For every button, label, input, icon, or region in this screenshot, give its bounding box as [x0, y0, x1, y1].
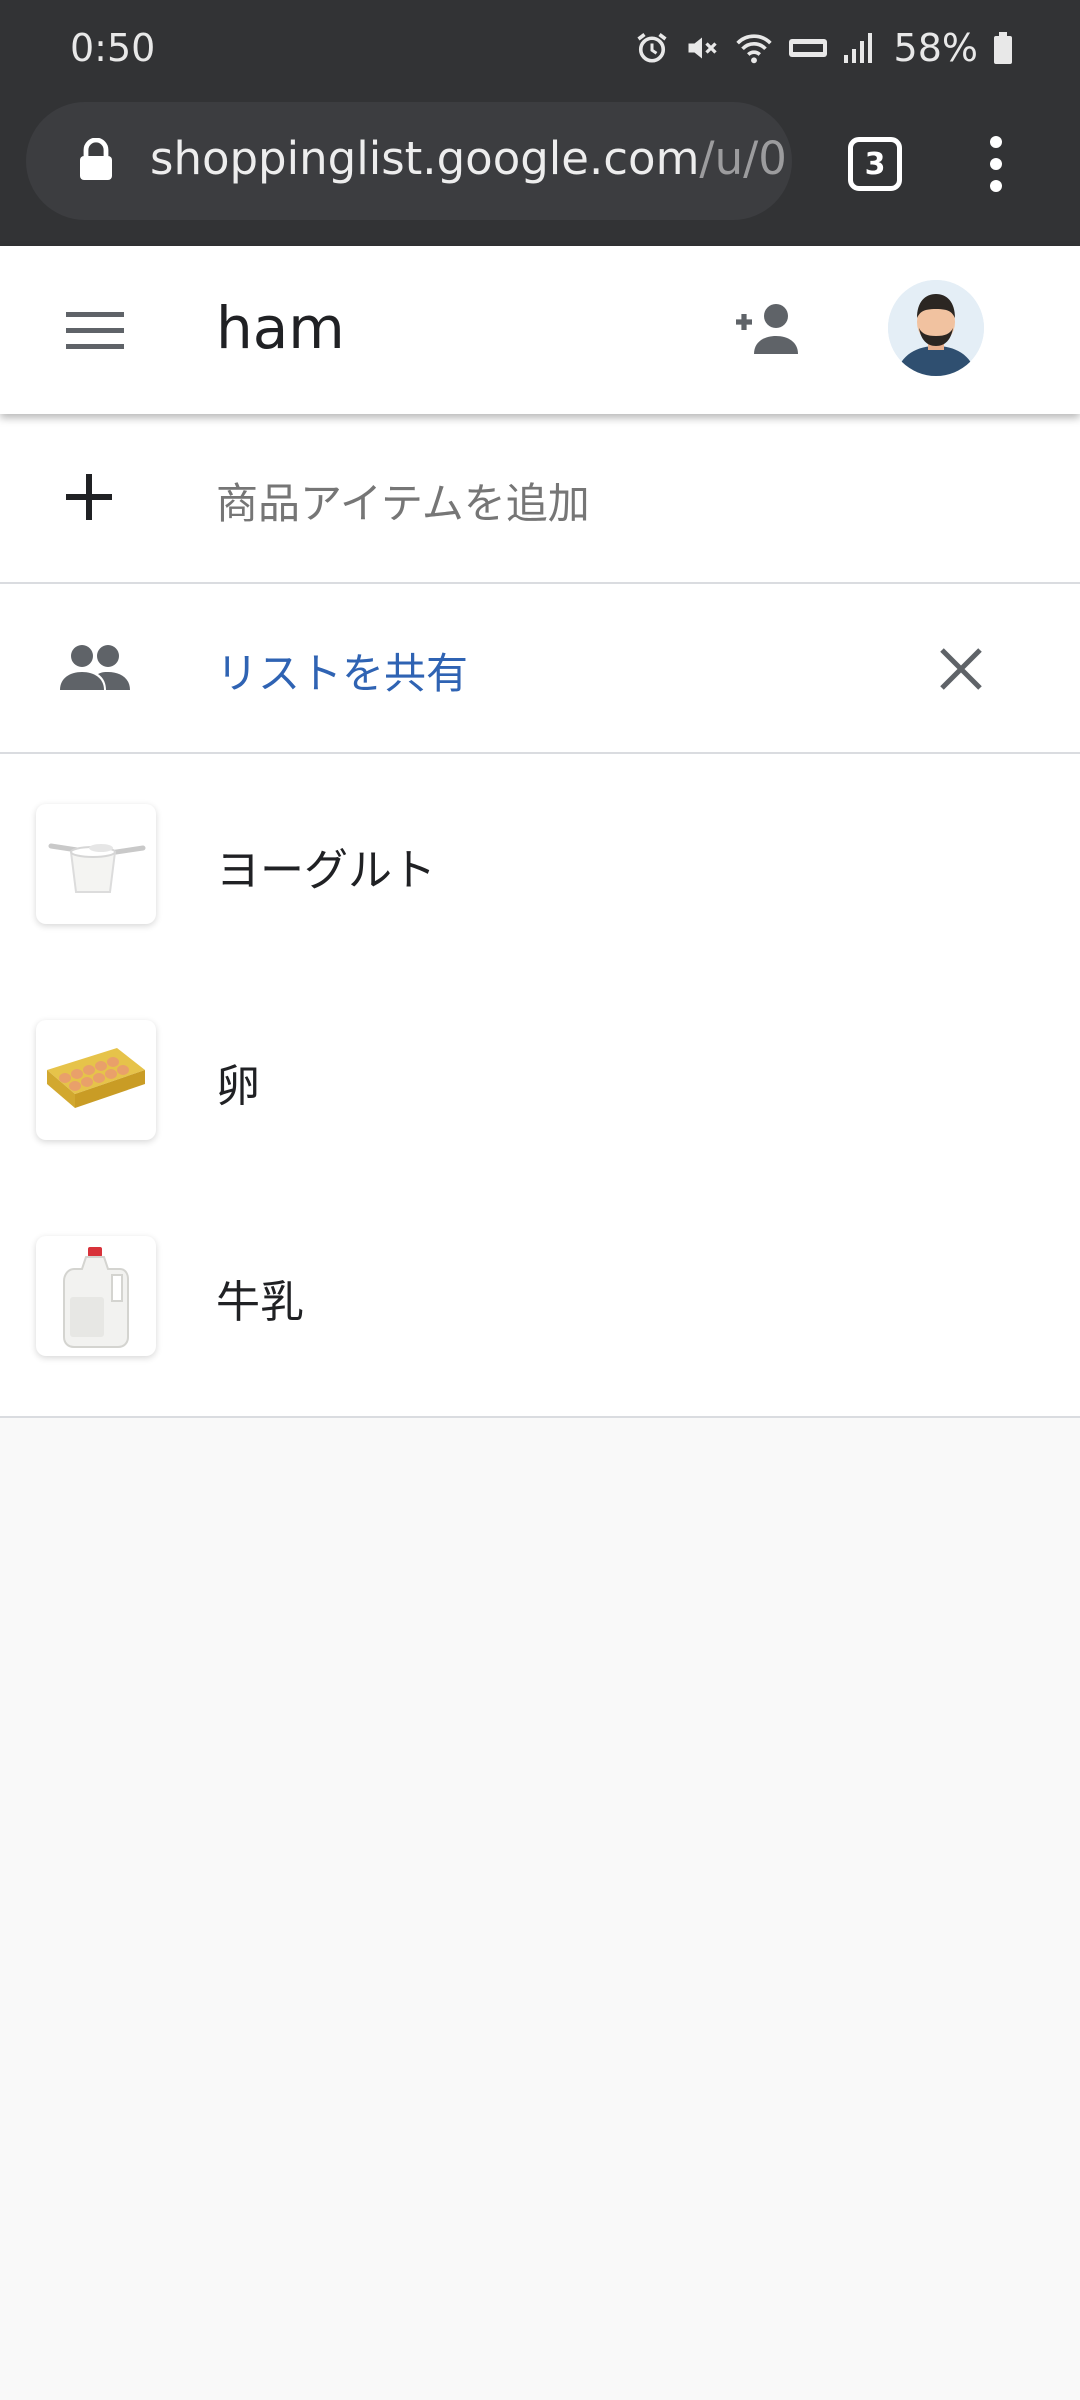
add-person-icon[interactable]	[730, 300, 802, 356]
list-title: ham	[216, 294, 345, 362]
menu-icon[interactable]	[66, 312, 124, 350]
people-icon	[60, 645, 130, 690]
volte-icon	[788, 39, 827, 57]
overflow-menu-icon[interactable]	[976, 132, 1016, 196]
list-content: 商品アイテムを追加 リストを共有 ヨーグルト 卵 牛乳	[0, 414, 1080, 1418]
status-bar: 0:50 58%	[0, 0, 1080, 98]
eggs-image	[47, 1048, 145, 1108]
avatar-image	[888, 280, 984, 376]
avatar[interactable]	[888, 280, 984, 376]
yogurt-thumbnail	[36, 804, 156, 924]
milk-thumbnail	[36, 1236, 156, 1356]
list-item[interactable]: 牛乳	[0, 1186, 1080, 1402]
url-text[interactable]: shoppinglist.google.com/u/0	[150, 132, 790, 185]
share-banner: リストを共有	[0, 584, 1080, 754]
lock-icon	[80, 138, 112, 180]
add-item-row[interactable]: 商品アイテムを追加	[0, 414, 1080, 584]
share-list-link[interactable]: リストを共有	[216, 640, 468, 701]
wifi-icon	[735, 34, 772, 64]
list-item[interactable]: ヨーグルト	[0, 754, 1080, 970]
status-time: 0:50	[70, 26, 156, 70]
milk-image	[63, 1247, 129, 1348]
address-bar[interactable]: shoppinglist.google.com/u/0	[26, 102, 792, 220]
item-list: ヨーグルト 卵 牛乳	[0, 754, 1080, 1418]
app-header: ham	[0, 246, 1080, 414]
url-path: /u/0	[699, 132, 787, 185]
item-name: ヨーグルト	[216, 845, 436, 896]
signal-icon	[843, 33, 872, 63]
browser-toolbar: shoppinglist.google.com/u/0 3	[0, 98, 1080, 246]
item-name: 卵	[216, 1061, 260, 1112]
list-item[interactable]: 卵	[0, 970, 1080, 1186]
item-name: 牛乳	[216, 1277, 304, 1328]
eggs-thumbnail	[36, 1020, 156, 1140]
url-host: shoppinglist.google.com	[150, 132, 700, 185]
mute-icon	[688, 37, 717, 59]
plus-icon	[66, 474, 112, 520]
battery-icon	[994, 32, 1012, 64]
add-item-placeholder[interactable]: 商品アイテムを追加	[216, 470, 590, 531]
alarm-icon	[636, 33, 667, 63]
tab-switcher-button[interactable]: 3	[848, 137, 902, 191]
close-icon[interactable]	[938, 646, 984, 692]
battery-percent: 58%	[893, 26, 978, 70]
yogurt-image	[48, 843, 146, 893]
status-icons: 58%	[634, 22, 1014, 74]
